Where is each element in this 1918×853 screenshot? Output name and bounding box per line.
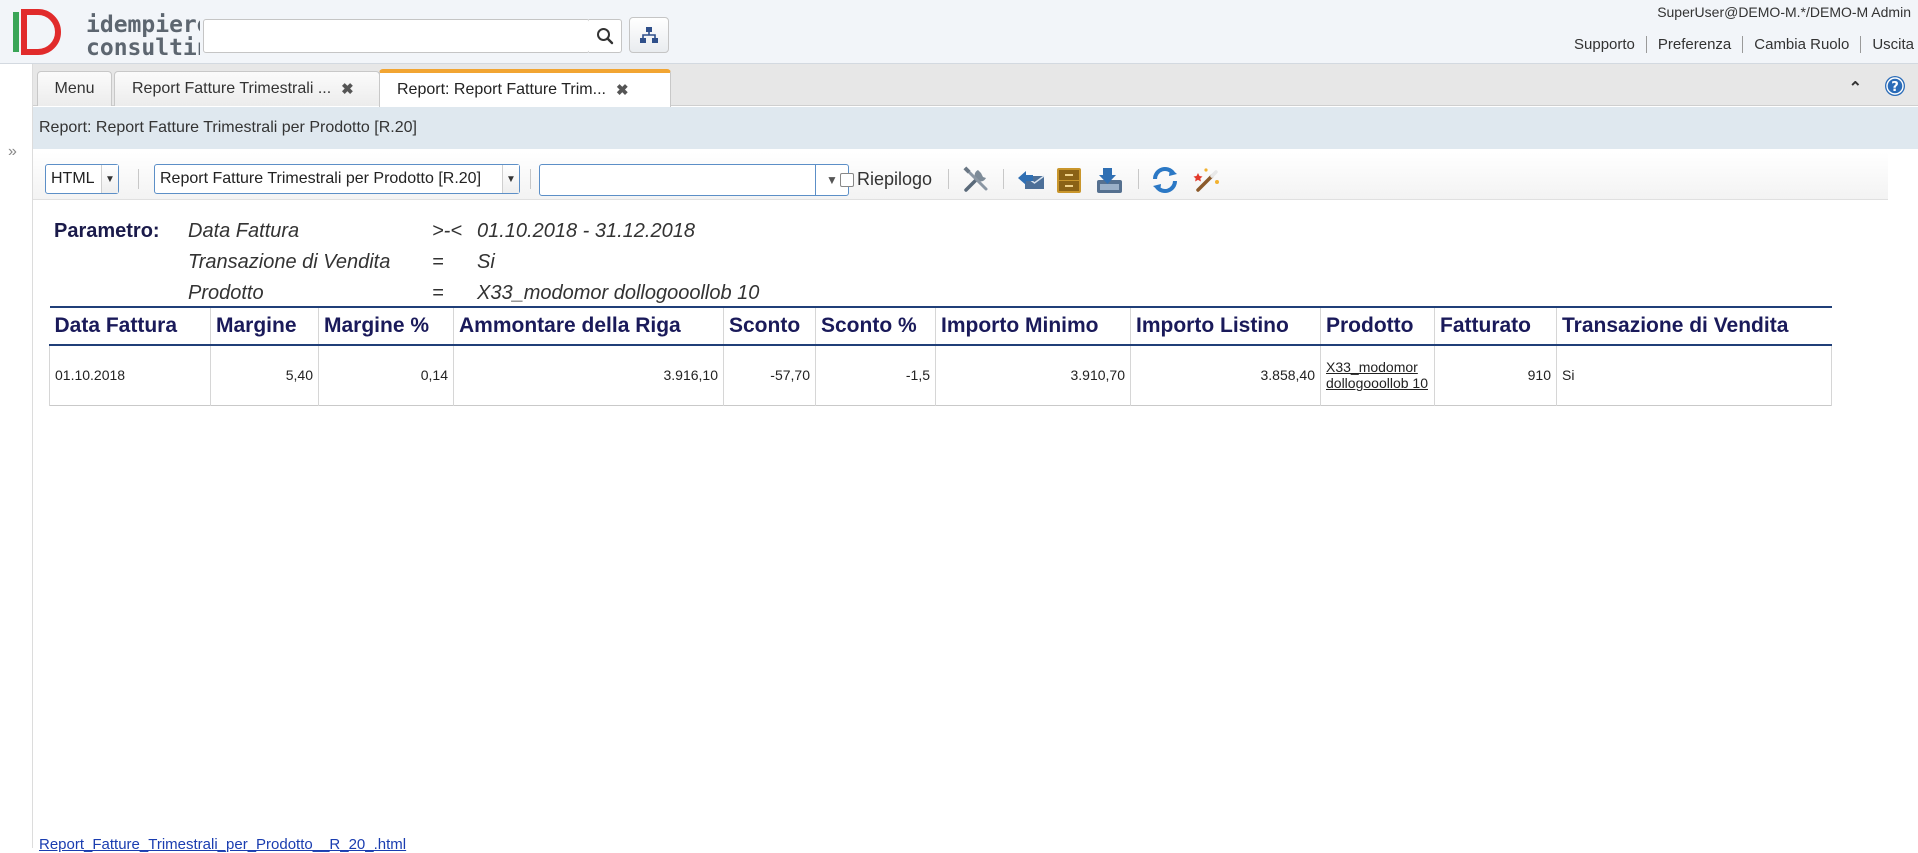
column-header[interactable]: Data Fattura (49, 307, 211, 346)
export-icon[interactable] (1094, 165, 1124, 195)
summary-checkbox[interactable]: Riepilogo (840, 169, 932, 190)
chevron-down-icon[interactable]: ▼ (101, 165, 118, 193)
send-icon[interactable] (1016, 165, 1046, 195)
tab-bar: Menu Report Fatture Trimestrali ... ✖ Re… (33, 64, 1918, 107)
tab-report-window[interactable]: Report Fatture Trimestrali ... ✖ (114, 71, 380, 106)
parameter-name: Transazione di Vendita (188, 251, 391, 273)
preferences-link[interactable]: Preferenza (1645, 35, 1742, 53)
page-title: Report: Report Fatture Trimestrali per P… (33, 107, 1918, 149)
search-button[interactable] (589, 19, 622, 53)
column-header[interactable]: Importo Listino (1130, 307, 1321, 346)
change-role-link[interactable]: Cambia Ruolo (1742, 35, 1860, 53)
table-cell: 0,14 (318, 345, 454, 405)
report-toolbar: HTML ▼ Report Fatture Trimestrali per Pr… (33, 152, 1888, 200)
company-logo[interactable]: idempiere consulting (10, 8, 200, 62)
customize-icon[interactable] (961, 165, 991, 195)
toolbar-divider (138, 169, 139, 189)
close-icon[interactable]: ✖ (341, 80, 354, 98)
table-cell: 01.10.2018 (49, 345, 211, 405)
close-icon[interactable]: ✖ (616, 81, 629, 99)
table-row: 01.10.2018 5,40 0,14 3.916,10 -57,70 -1,… (49, 345, 1832, 405)
toolbar-divider (530, 169, 531, 189)
report-parameters: Parametro: Data Fattura >-< 01.10.2018 -… (54, 216, 759, 309)
column-header[interactable]: Prodotto (1320, 307, 1435, 346)
parameter-heading: Parametro: (54, 220, 160, 242)
table-cell: 3.858,40 (1130, 345, 1321, 405)
menu-tree-button[interactable] (629, 17, 669, 53)
column-header[interactable]: Importo Minimo (935, 307, 1131, 346)
parameter-operator: >-< (432, 220, 463, 242)
report-file-link[interactable]: Report_Fatture_Trimestrali_per_Prodotto_… (39, 836, 406, 853)
toolbar-divider (1003, 169, 1004, 189)
product-link[interactable]: X33_modomor dollogooollob 10 (1320, 345, 1435, 405)
search-icon (597, 28, 614, 45)
tab-label: Report Fatture Trimestrali ... (132, 80, 332, 97)
column-header[interactable]: Margine % (318, 307, 454, 346)
chevron-down-icon[interactable]: ▼ (502, 165, 519, 193)
column-header[interactable]: Margine (210, 307, 319, 346)
report-select-value: Report Fatture Trimestrali per Prodotto … (160, 170, 482, 187)
report-content: Parametro: Data Fattura >-< 01.10.2018 -… (33, 200, 1888, 840)
print-format-combo[interactable]: ▼ (539, 164, 849, 196)
parameter-name: Data Fattura (188, 220, 300, 242)
table-cell: 3.916,10 (453, 345, 724, 405)
parameter-value: Si (477, 251, 495, 273)
report-select[interactable]: Report Fatture Trimestrali per Prodotto … (154, 164, 520, 194)
toolbar-divider (948, 169, 949, 189)
support-link[interactable]: Supporto (1563, 36, 1646, 53)
logout-link[interactable]: Uscita (1860, 35, 1918, 53)
parameter-row: Transazione di Vendita = Si (54, 247, 759, 278)
expand-panel-icon[interactable]: » (8, 144, 17, 160)
help-icon[interactable]: ? (1884, 75, 1906, 97)
svg-text:?: ? (1891, 80, 1899, 95)
format-select-value: HTML (51, 170, 95, 187)
tab-label: Menu (54, 80, 95, 97)
column-header[interactable]: Sconto (723, 307, 816, 346)
app-header: idempiere consulting SuperUser@DEMO-M.*/… (0, 0, 1918, 64)
parameter-operator: = (432, 251, 444, 273)
table-cell: 3.910,70 (935, 345, 1131, 405)
column-header[interactable]: Ammontare della Riga (453, 307, 724, 346)
table-cell: 910 (1434, 345, 1557, 405)
parameter-name: Prodotto (188, 282, 264, 304)
parameter-value: 01.10.2018 - 31.12.2018 (477, 220, 695, 242)
table-header-row: Data Fattura Margine Margine % Ammontare… (49, 307, 1832, 346)
table-cell: Si (1556, 345, 1832, 405)
parameter-operator: = (432, 282, 444, 304)
column-header[interactable]: Fatturato (1434, 307, 1557, 346)
collapse-up-icon[interactable]: ⌃ (1849, 78, 1862, 98)
wizard-icon[interactable] (1192, 165, 1222, 195)
archive-icon[interactable] (1054, 165, 1084, 195)
toolbar-divider (1138, 169, 1139, 189)
column-header[interactable]: Transazione di Vendita (1556, 307, 1832, 346)
parameter-value: X33_modomor dollogooollob 10 (477, 282, 760, 304)
west-panel-collapsed: » (0, 64, 33, 848)
format-select[interactable]: HTML ▼ (45, 164, 119, 194)
column-header[interactable]: Sconto % (815, 307, 936, 346)
table-cell: -1,5 (815, 345, 936, 405)
global-search[interactable] (203, 19, 590, 53)
user-info[interactable]: SuperUser@DEMO-M.*/DEMO-M Admin (1657, 4, 1911, 20)
tab-report-viewer[interactable]: Report: Report Fatture Trim... ✖ (379, 69, 671, 107)
tab-menu[interactable]: Menu (37, 71, 112, 106)
parameter-row: Prodotto = X33_modomor dollogooollob 10 (54, 278, 759, 309)
summary-label: Riepilogo (857, 169, 933, 189)
table-cell: -57,70 (723, 345, 816, 405)
header-links: Supporto Preferenza Cambia Ruolo Uscita (1563, 34, 1918, 54)
logo-text-bottom: consulting (86, 35, 200, 61)
print-format-input[interactable] (540, 165, 785, 195)
checkbox[interactable] (840, 172, 854, 187)
refresh-icon[interactable] (1150, 165, 1180, 195)
tab-label: Report: Report Fatture Trim... (397, 81, 606, 98)
report-table: Data Fattura Margine Margine % Ammontare… (49, 306, 1832, 406)
sitemap-icon (640, 27, 658, 43)
table-cell: 5,40 (210, 345, 319, 405)
search-input[interactable] (204, 20, 589, 52)
parameter-row: Parametro: Data Fattura >-< 01.10.2018 -… (54, 216, 759, 247)
